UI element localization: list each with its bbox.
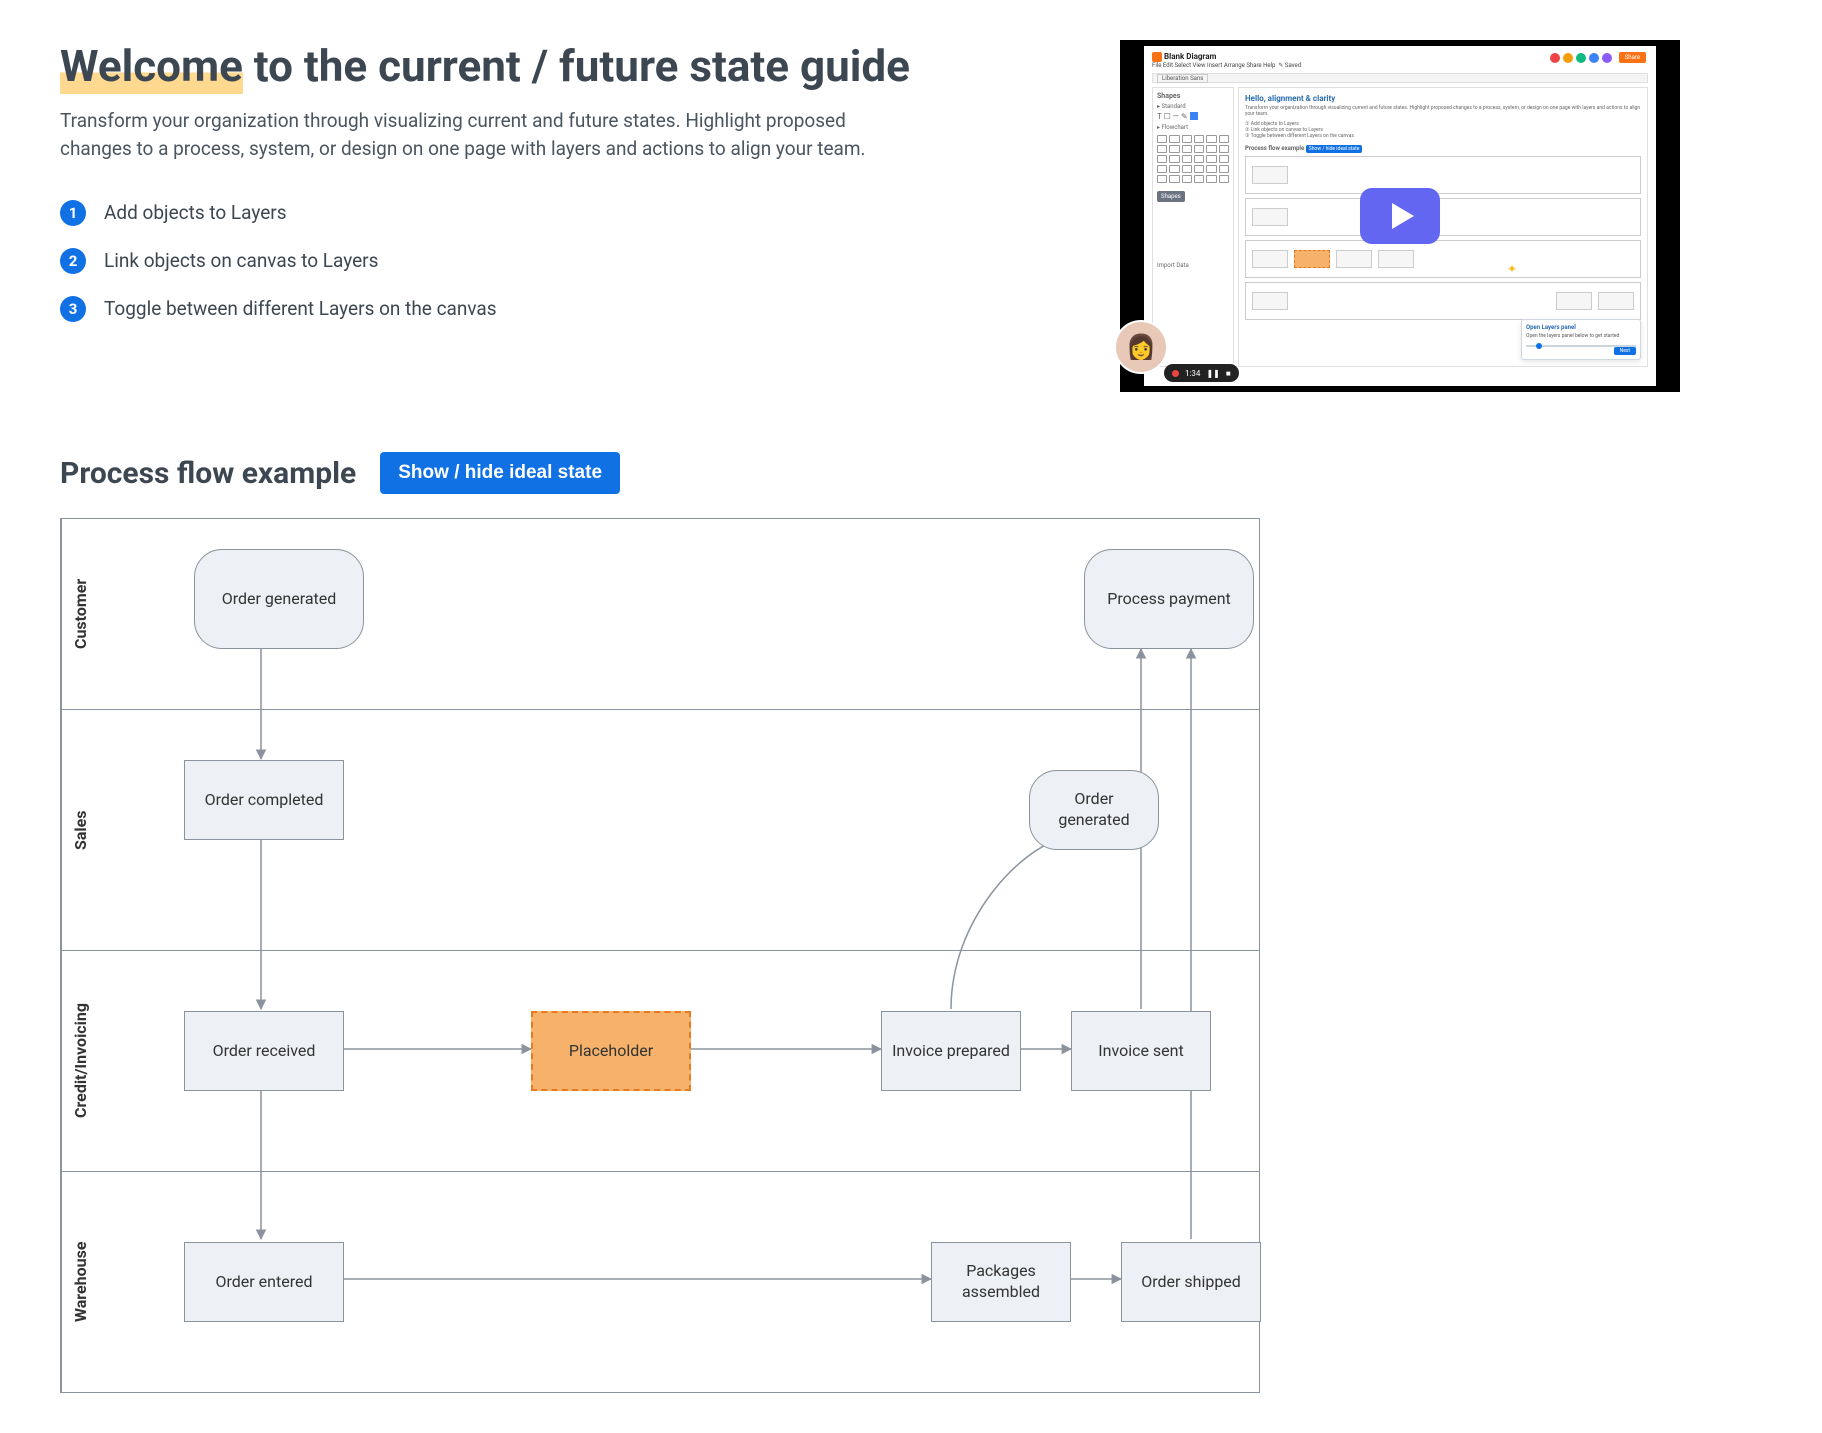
video-menu: File Edit Select View Insert Arrange Sha…: [1152, 62, 1275, 69]
node-order-shipped[interactable]: Order shipped: [1121, 1242, 1261, 1322]
node-order-generated-sales[interactable]: Order generated: [1029, 770, 1159, 850]
video-controls: 1:34 ❚❚■: [1164, 364, 1239, 382]
node-placeholder[interactable]: Placeholder: [531, 1011, 691, 1091]
section-title: Process flow example: [60, 456, 356, 491]
node-packages-assembled[interactable]: Packages assembled: [931, 1242, 1071, 1322]
video-thumbnail[interactable]: Blank Diagram File Edit Select View Inse…: [1120, 40, 1680, 392]
step-text: Add objects to Layers: [104, 201, 287, 224]
node-process-payment[interactable]: Process payment: [1084, 549, 1254, 649]
step-text: Link objects on canvas to Layers: [104, 249, 378, 272]
node-order-received[interactable]: Order received: [184, 1011, 344, 1091]
node-order-generated-customer[interactable]: Order generated: [194, 549, 364, 649]
lane-customer: Customer Order generated Process payment: [61, 519, 1259, 710]
step-number-badge: 2: [60, 248, 86, 274]
page-lead: Transform your organization through visu…: [60, 107, 920, 164]
page-title: Welcome to the current / future state gu…: [60, 40, 1080, 93]
record-icon: [1172, 370, 1179, 377]
play-icon[interactable]: [1360, 188, 1440, 244]
video-shapes-panel: Shapes ▸ Standard T ☐ — ✎ ▸ Flowchart Sh…: [1152, 87, 1234, 367]
lane-warehouse: Warehouse Order entered Packages assembl…: [61, 1172, 1259, 1392]
node-order-entered[interactable]: Order entered: [184, 1242, 344, 1322]
step-number-badge: 1: [60, 200, 86, 226]
node-invoice-sent[interactable]: Invoice sent: [1071, 1011, 1211, 1091]
video-doc-title: Blank Diagram: [1164, 52, 1216, 61]
video-canvas: Hello, alignment & clarity Transform you…: [1238, 87, 1648, 367]
node-order-completed[interactable]: Order completed: [184, 760, 344, 840]
node-invoice-prepared[interactable]: Invoice prepared: [881, 1011, 1021, 1091]
lane-label-customer: Customer: [61, 519, 99, 709]
video-topright: Share: [1550, 52, 1646, 63]
video-popup: Open Layers panel Open the layers panel …: [1521, 319, 1641, 360]
toggle-ideal-state-button[interactable]: Show / hide ideal state: [380, 452, 620, 494]
step-text: Toggle between different Layers on the c…: [104, 297, 497, 320]
step-item: 3 Toggle between different Layers on the…: [60, 296, 1080, 322]
steps-list: 1 Add objects to Layers 2 Link objects o…: [60, 200, 1080, 322]
lane-label-warehouse: Warehouse: [61, 1172, 99, 1392]
step-item: 1 Add objects to Layers: [60, 200, 1080, 226]
lane-credit: Credit/Invoicing Order received Placehol…: [61, 951, 1259, 1172]
lane-sales: Sales Order completed Order generated: [61, 710, 1259, 951]
swimlane-diagram: Customer Order generated Process payment…: [60, 518, 1260, 1393]
step-number-badge: 3: [60, 296, 86, 322]
step-item: 2 Link objects on canvas to Layers: [60, 248, 1080, 274]
lane-label-sales: Sales: [61, 710, 99, 950]
lane-label-credit: Credit/Invoicing: [61, 951, 99, 1171]
video-share-button: Share: [1619, 52, 1646, 63]
video-toolbar: Liberation Sans: [1152, 73, 1648, 83]
presenter-avatar: 👩: [1114, 320, 1168, 374]
